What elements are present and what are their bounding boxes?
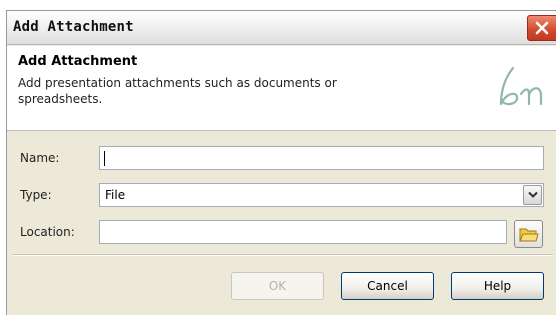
location-input[interactable]	[100, 221, 506, 243]
name-input[interactable]	[100, 147, 543, 169]
chevron-down-icon	[527, 191, 538, 198]
name-label: Name:	[20, 151, 60, 165]
add-attachment-dialog: Add Attachment Add Attachment Add presen…	[6, 10, 556, 315]
window-title: Add Attachment	[13, 19, 134, 35]
button-divider	[13, 254, 553, 256]
ok-button[interactable]: OK	[231, 272, 324, 300]
cancel-button[interactable]: Cancel	[341, 272, 434, 300]
help-button[interactable]: Help	[451, 272, 544, 300]
type-label: Type:	[20, 188, 52, 202]
header-title: Add Attachment	[18, 54, 138, 69]
type-selected-value: File	[105, 188, 126, 202]
header-description: Add presentation attachments such as doc…	[18, 76, 337, 106]
browse-folder-button[interactable]	[514, 220, 543, 248]
title-bar[interactable]: Add Attachment	[7, 11, 556, 45]
type-dropdown-button[interactable]	[523, 185, 542, 205]
name-field[interactable]	[99, 146, 544, 170]
folder-open-icon	[518, 228, 539, 242]
text-caret	[104, 151, 105, 166]
location-label: Location:	[20, 225, 75, 239]
type-select[interactable]: File	[99, 183, 544, 207]
close-button[interactable]	[527, 15, 556, 41]
attachment-form: Name: Type: File Location:	[7, 132, 556, 248]
signature-logo-icon	[499, 66, 543, 106]
location-field[interactable]	[99, 220, 507, 244]
dialog-header: Add Attachment Add presentation attachme…	[7, 46, 556, 131]
close-icon	[535, 21, 549, 35]
